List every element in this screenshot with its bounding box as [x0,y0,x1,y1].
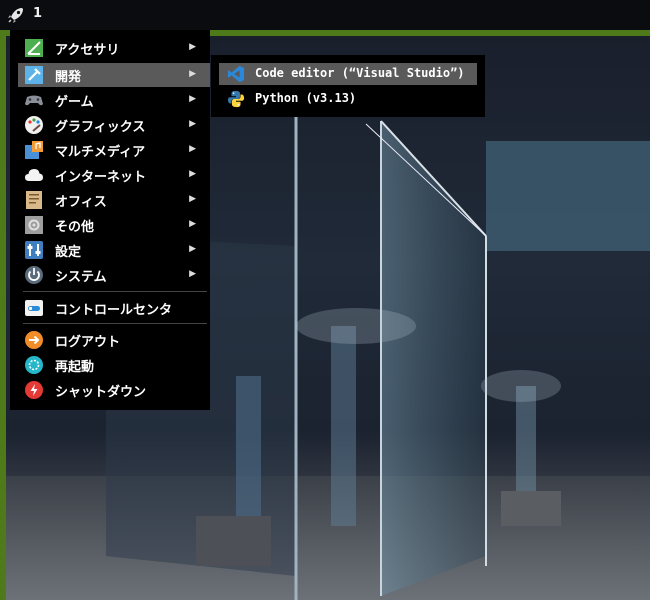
settings-icon [25,241,43,259]
submenu-arrow-icon: ▶ [189,269,196,279]
menu-item-office[interactable]: オフィス ▶ [18,188,210,212]
menu-item-system[interactable]: システム ▶ [18,263,210,287]
accessories-icon [25,39,43,57]
graphics-icon [25,116,43,134]
submenu-arrow-icon: ▶ [189,69,196,79]
submenu-item-python[interactable]: Python (v3.13) [219,88,477,110]
menu-item-graphics[interactable]: グラフィックス ▶ [18,113,210,137]
submenu-item-label: Python (v3.13) [255,91,357,105]
other-icon [25,216,43,234]
menu-item-shutdown[interactable]: シャットダウン [18,378,210,402]
submenu-arrow-icon: ▶ [189,219,196,229]
menu-item-accessories[interactable]: アクセサリ ▶ [18,36,210,60]
vscode-icon [227,65,245,83]
menu-item-multimedia[interactable]: マルチメディア ▶ [18,138,210,162]
logout-icon [25,331,43,349]
menu-item-label: インターネット [55,170,147,185]
menu-item-label: その他 [55,220,95,235]
menu-item-restart[interactable]: 再起動 [18,353,210,377]
menu-item-control-center[interactable]: コントロールセンタ [18,296,210,320]
menu-item-label: ログアウト [55,335,121,350]
rocket-icon[interactable] [6,5,26,25]
gamepad-icon [25,95,43,106]
shutdown-icon [25,381,43,399]
menu-item-label: シャットダウン [55,385,147,400]
python-icon [227,90,245,108]
menu-item-settings[interactable]: 設定 ▶ [18,238,210,262]
menu-item-games[interactable]: ゲーム ▶ [18,88,210,112]
menu-item-development[interactable]: 開発 ▶ [18,63,210,87]
menu-separator [23,323,207,324]
menu-item-label: マルチメディア [55,145,146,160]
submenu-arrow-icon: ▶ [189,194,196,204]
submenu-arrow-icon: ▶ [189,144,196,154]
control-center-icon [25,300,43,316]
system-icon [25,266,43,284]
menu-item-label: システム [55,270,107,285]
menu-item-label: グラフィックス [55,120,146,135]
submenu-item-label: Code editor (“Visual Studio”) [255,66,465,80]
office-icon [26,191,42,209]
restart-icon [25,356,43,374]
top-panel: 1 [0,0,650,30]
menu-item-logout[interactable]: ログアウト [18,328,210,352]
menu-item-label: ゲーム [55,95,94,110]
menu-item-label: 再起動 [55,360,95,375]
development-icon [25,66,43,84]
multimedia-icon [25,141,43,159]
menu-item-label: オフィス [55,195,107,210]
menu-item-label: 開発 [55,70,82,85]
menu-item-label: 設定 [55,245,82,260]
application-menu: アクセサリ ▶ 開発 ▶ ゲーム ▶ グラフィックス ▶ マルチメディア ▶ イ… [10,30,210,410]
menu-item-internet[interactable]: インターネット ▶ [18,163,210,187]
submenu-arrow-icon: ▶ [189,94,196,104]
menu-separator [23,291,207,292]
submenu-arrow-icon: ▶ [189,119,196,129]
workspace-indicator[interactable]: 1 [33,6,42,21]
submenu-arrow-icon: ▶ [189,169,196,179]
submenu-arrow-icon: ▶ [189,42,196,52]
menu-item-other[interactable]: その他 ▶ [18,213,210,237]
development-submenu: Code editor (“Visual Studio”) Python (v3… [211,55,485,117]
menu-item-label: コントロールセンタ [55,303,173,318]
submenu-arrow-icon: ▶ [189,244,196,254]
menu-item-label: アクセサリ [55,43,120,58]
cloud-icon [25,169,43,181]
submenu-item-code-editor[interactable]: Code editor (“Visual Studio”) [219,63,477,85]
